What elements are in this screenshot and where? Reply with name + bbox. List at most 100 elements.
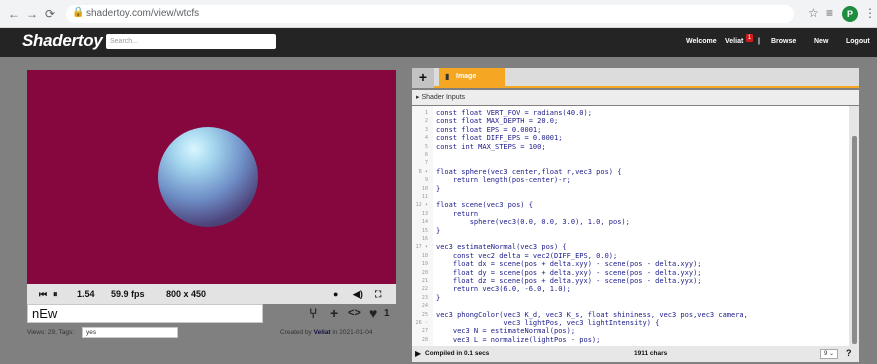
player-controls: ⏮ ⏸ 1.54 59.9 fps 800 x 450 ● ◀) ⛶ [27,284,396,304]
code-line[interactable]: const float VERT_FOV = radians(40.0); [436,109,592,117]
line-number: 10 [421,185,428,192]
line-number: 21 [421,278,428,284]
line-number: 18 [421,252,428,259]
line-number: 12 ▾ [415,202,429,209]
shadertoy-logo[interactable]: Shadertoy [22,31,103,51]
code-line[interactable]: return vec3(6.0, -6.0, 1.0); [436,285,571,293]
new-link[interactable]: New [814,38,828,45]
code-line[interactable]: float sphere(vec3 center,float r,vec3 po… [436,168,621,176]
embed-icon[interactable]: <> [348,307,361,319]
compile-play-icon[interactable]: ▶ [415,349,421,358]
line-number: 17 ▾ [415,244,429,251]
reading-list-icon[interactable]: ≡ [826,6,833,20]
notification-badge[interactable]: 1 [746,34,753,42]
line-number: 16 [421,236,428,242]
char-count: 1911 chars [634,350,668,357]
code-line[interactable]: float scene(vec3 pos) { [436,201,533,209]
code-line[interactable]: const vec2 delta = vec2(DIFF_EPS, 0.0); [436,252,617,260]
profile-avatar[interactable]: P [842,6,858,22]
code-line[interactable]: const float EPS = 0.0001; [436,126,541,134]
line-number: 24 [421,303,428,310]
code-line[interactable]: } [436,185,440,193]
code-line[interactable]: float dy = scene(pos + delta.yxy) - scen… [436,269,702,277]
code-line[interactable]: vec3 estimateNormal(vec3 pos) { [436,243,567,251]
add-to-playlist-icon[interactable]: + [330,305,338,321]
code-line[interactable]: sphere(vec3(0.0, 0.0, 3.0), 1.0, pos); [436,218,630,226]
code-line[interactable]: vec3 L = normalize(lightPos - pos); [436,336,601,344]
time-display: 1.54 [77,289,95,299]
views-label: Views: 29, Tags: [27,329,75,336]
pause-icon[interactable]: ⏸ [53,289,58,300]
fps-display: 59.9 fps [111,289,145,299]
code-line[interactable]: return length(pos-center)-r; [436,176,571,184]
resolution-display: 800 x 450 [166,289,207,299]
line-number: 4 [424,135,428,142]
line-gutter [412,106,433,346]
line-number: 14 [421,219,428,226]
code-line[interactable]: vec3 lightPos, vec3 lightIntensity) { [436,319,659,327]
line-number: 7 [424,160,428,167]
line-number: 25 [421,311,428,318]
url-text: shadertoy.com/view/wtcfs [86,8,200,19]
tags-input[interactable]: yes [82,327,178,338]
code-line[interactable]: const float DIFF_EPS = 0.0001; [436,134,562,142]
welcome-text: Welcome [686,38,717,45]
browser-menu-icon[interactable]: ⋮ [864,6,876,20]
fullscreen-icon[interactable]: ⛶ [375,289,381,300]
line-number: 1 [424,110,428,116]
line-number: 26 · [415,320,429,326]
rewind-icon[interactable]: ⏮ [39,289,47,300]
forward-icon[interactable]: → [24,6,40,22]
code-line[interactable]: vec3 phongColor(vec3 K_d, vec3 K_s, floa… [436,311,748,319]
like-heart-icon[interactable]: ♥ [369,305,377,321]
code-line[interactable]: float dx = scene(pos + delta.xyy) - scen… [436,260,702,268]
code-line[interactable]: } [436,227,440,235]
code-line[interactable]: const float MAX_DEPTH = 20.0; [436,117,558,125]
line-number: 2 [424,118,428,125]
created-date: in 2021-01-04 [332,329,373,336]
line-number: 3 [424,126,428,133]
shader-title-input[interactable]: nEw [27,304,263,323]
code-line[interactable]: float dz = scene(pos + delta.yyx) - scen… [436,277,702,285]
line-number: 6 [424,152,428,158]
shader-canvas[interactable] [27,70,396,284]
rendered-sphere [158,127,258,227]
code-line[interactable]: const int MAX_STEPS = 100; [436,143,546,151]
line-number: 5 [424,143,428,150]
author-link[interactable]: Veliat [314,329,331,336]
username-link[interactable]: Veliat [725,38,743,45]
line-number: 8 ▾ [418,168,428,175]
code-line[interactable]: } [436,294,440,302]
tab-image[interactable]: ▮ Image [439,68,505,88]
line-number: 19 [421,261,428,268]
code-editor[interactable]: 1 const float VERT_FOV = radians(40.0); 2 c… [412,106,849,346]
volume-icon[interactable]: ◀) [353,289,363,300]
search-input[interactable]: Search... [106,34,276,49]
logout-link[interactable]: Logout [846,38,870,45]
bookmark-star-icon[interactable]: ☆ [808,6,819,20]
line-number: 22 [421,286,428,293]
font-size-select[interactable]: 9 ⌄ [820,349,838,359]
fork-icon[interactable]: ⑂ [309,305,317,321]
back-icon[interactable]: ← [6,6,22,22]
line-number: 20 [421,269,428,276]
code-line[interactable]: return [436,210,478,218]
code-line[interactable]: vec3 N = estimateNormal(pos); [436,327,575,335]
shader-inputs-toggle[interactable]: ▸ Shader Inputs [412,90,859,105]
help-button[interactable]: ? [846,348,852,358]
header-separator: | [758,38,760,45]
record-icon[interactable]: ● [333,289,338,299]
reload-icon[interactable]: ⟳ [42,6,58,22]
line-number: 23 [421,294,428,301]
editor-status-bar: ▶ Compiled in 0.1 secs 1911 chars 9 ⌄ ? [412,346,859,362]
editor-scroll-thumb[interactable] [852,136,857,344]
line-number: 27 [421,328,428,335]
add-tab-button[interactable]: + [412,68,434,88]
browse-link[interactable]: Browse [771,38,796,45]
address-bar[interactable]: 🔒 shadertoy.com/view/wtcfs [66,5,794,23]
like-count: 1 [384,308,390,319]
line-number: 15 [421,227,428,234]
browser-toolbar: ← → ⟳ 🔒 shadertoy.com/view/wtcfs ☆ ≡ P ⋮ [0,0,877,28]
compile-status: Compiled in 0.1 secs [425,350,490,357]
site-header: Shadertoy Search... Welcome Veliat 1 | B… [0,28,877,57]
